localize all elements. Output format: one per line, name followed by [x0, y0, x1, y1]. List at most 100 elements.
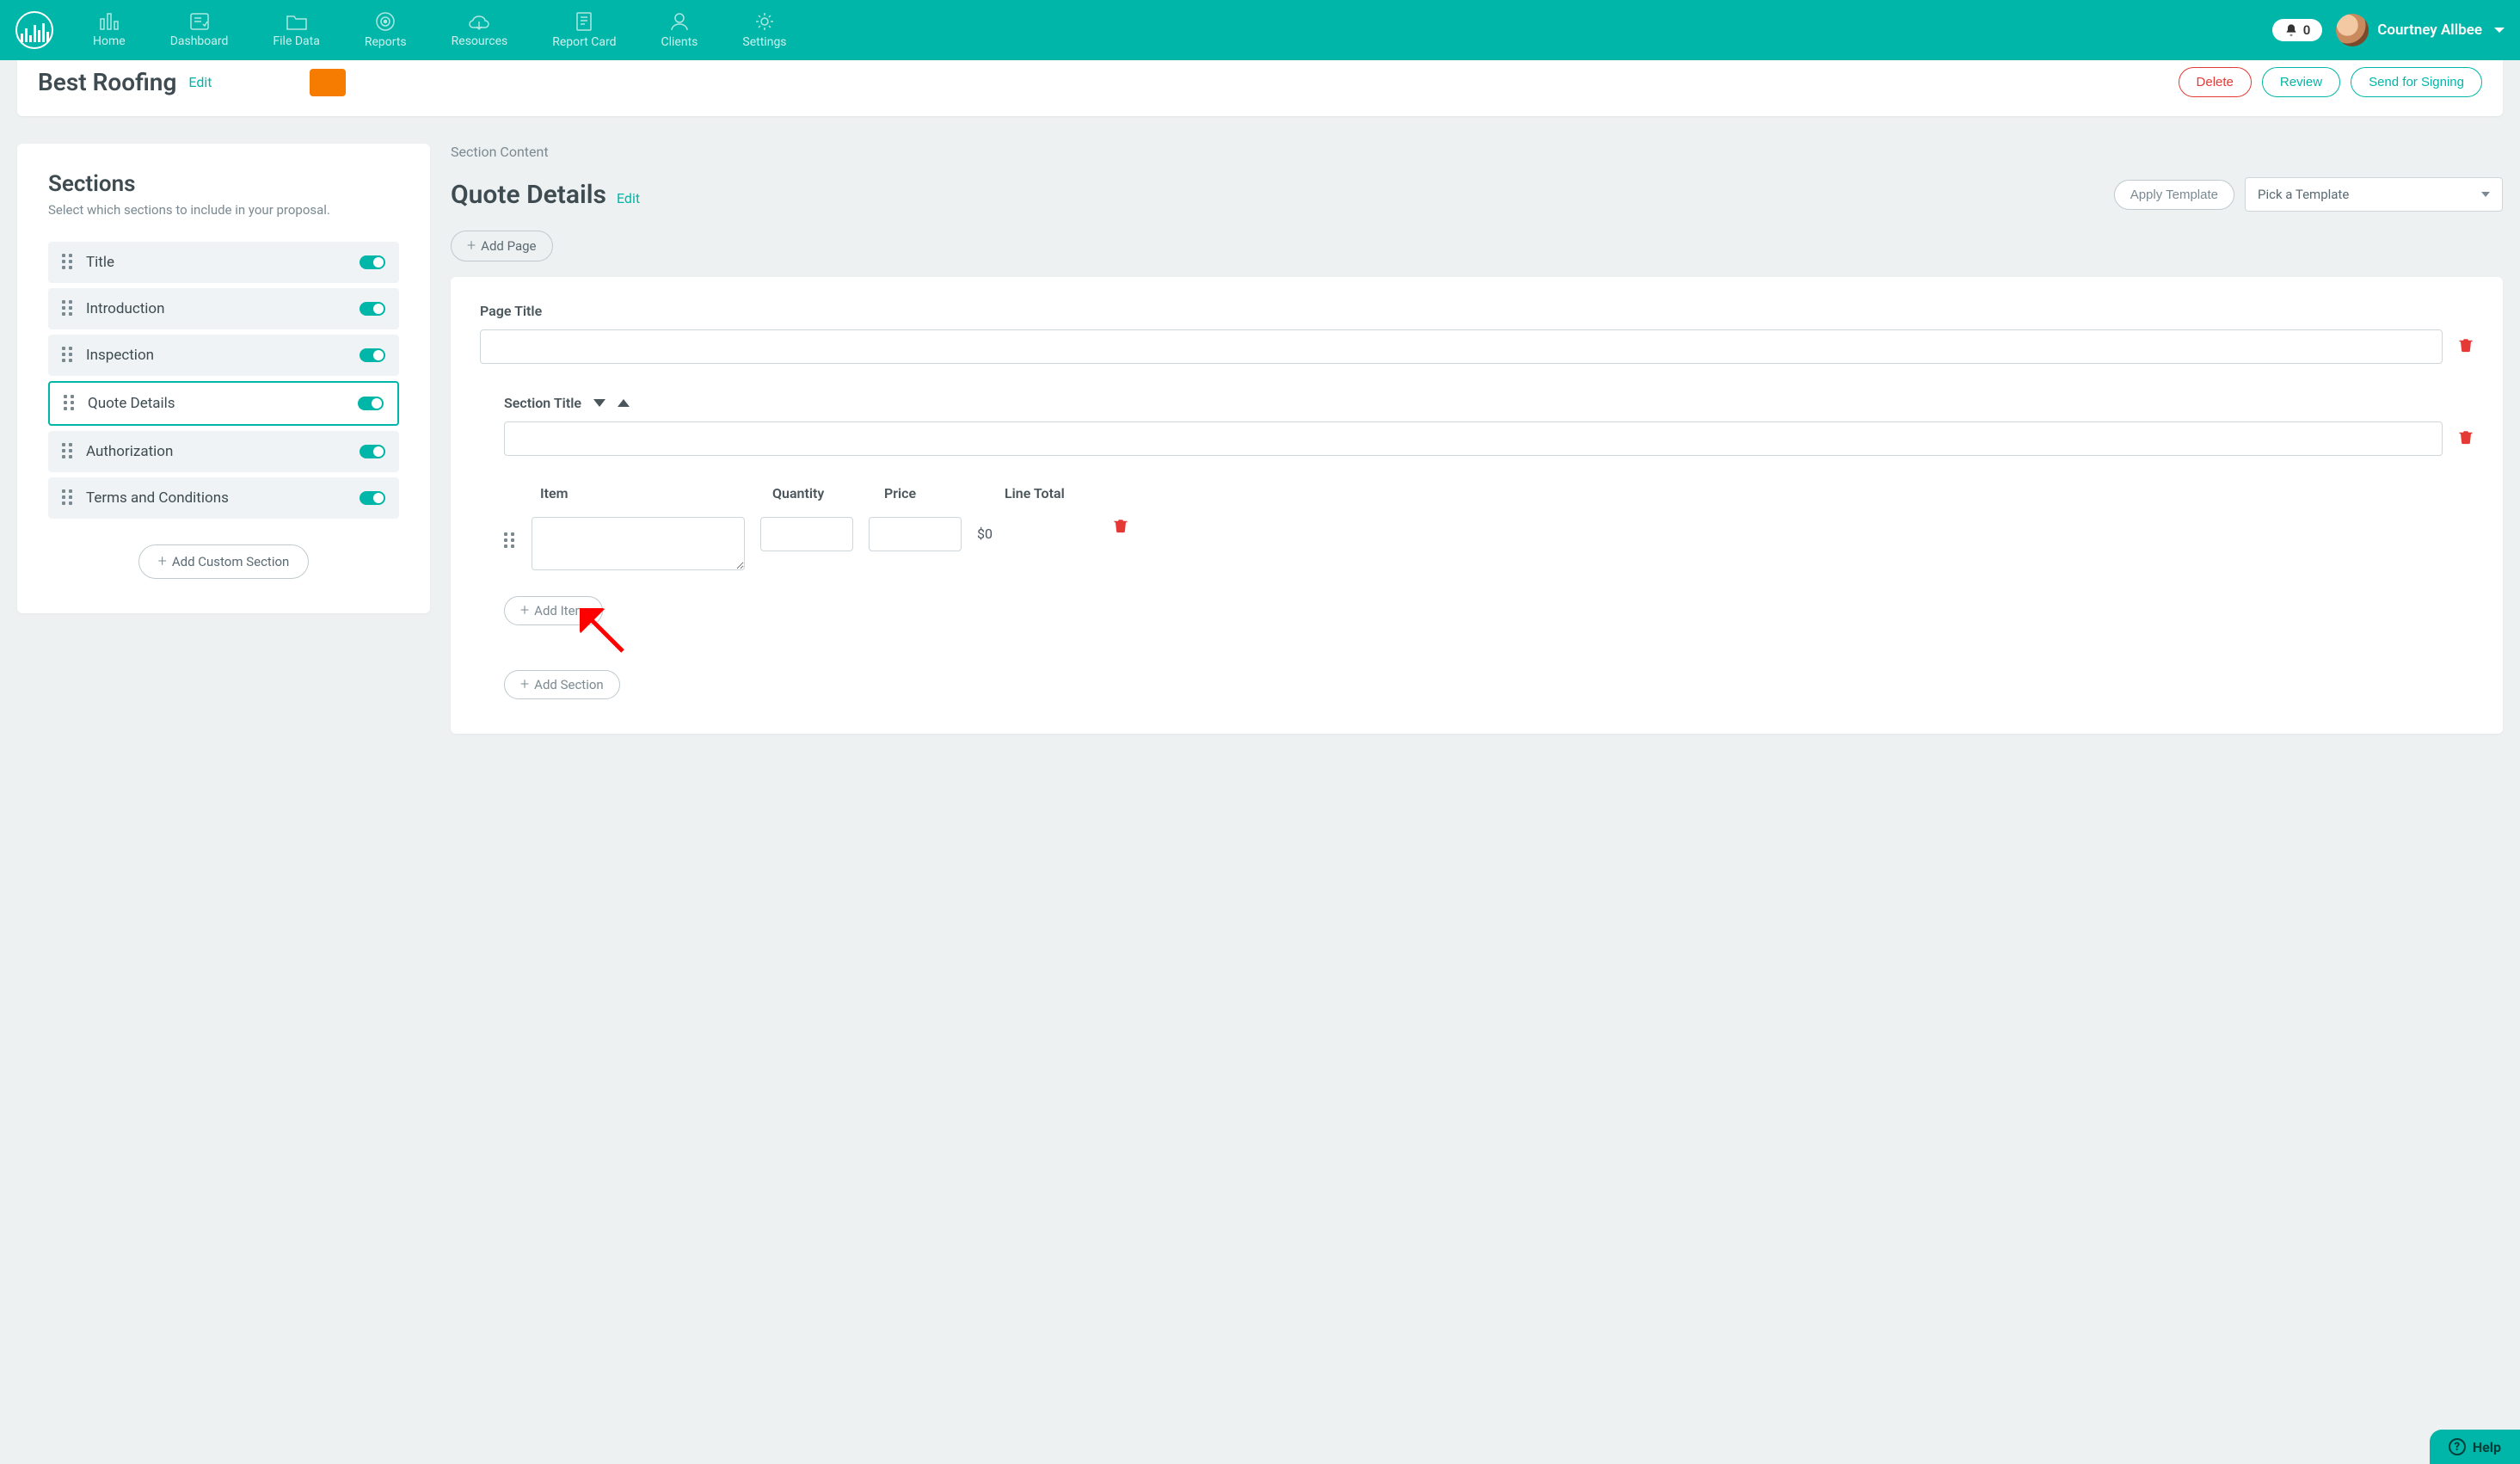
help-button[interactable]: ? Help — [2430, 1430, 2520, 1464]
edit-content-title-link[interactable]: Edit — [617, 190, 640, 206]
plus-icon: + — [520, 677, 529, 692]
section-title-label: Section Title — [504, 395, 581, 411]
section-row-label: Authorization — [86, 443, 347, 460]
col-price: Price — [884, 485, 1005, 501]
add-section-label: Add Section — [534, 677, 604, 692]
move-down-icon[interactable] — [593, 399, 605, 407]
top-navbar: Home Dashboard File Data Reports Resourc… — [0, 0, 2520, 60]
nav-settings[interactable]: Settings — [720, 0, 808, 60]
section-title-input[interactable] — [504, 421, 2443, 456]
drag-handle-icon[interactable] — [62, 489, 74, 507]
nav-filedata-label: File Data — [273, 34, 319, 48]
nav-home-label: Home — [93, 34, 126, 48]
sections-heading: Sections — [48, 171, 399, 197]
section-row[interactable]: Authorization — [48, 431, 399, 472]
section-row[interactable]: Inspection — [48, 335, 399, 376]
template-select-value: Pick a Template — [2258, 187, 2349, 202]
section-row-label: Introduction — [86, 300, 347, 317]
bell-icon — [2284, 23, 2298, 37]
plus-icon: + — [467, 238, 476, 254]
section-content-label: Section Content — [451, 144, 2503, 160]
nav-reportcard[interactable]: Report Card — [530, 0, 638, 60]
drag-handle-icon[interactable] — [62, 347, 74, 364]
page-title-input[interactable] — [480, 329, 2443, 364]
plus-icon: + — [158, 554, 167, 569]
user-menu[interactable]: Courtney Allbee — [2336, 14, 2505, 46]
edit-title-link[interactable]: Edit — [188, 74, 212, 90]
delete-button[interactable]: Delete — [2179, 67, 2252, 97]
section-toggle[interactable] — [360, 302, 385, 316]
nav-resources-label: Resources — [452, 34, 508, 48]
move-up-icon[interactable] — [618, 399, 630, 407]
notifications-count: 0 — [2303, 22, 2311, 38]
nav-reports[interactable]: Reports — [342, 0, 429, 60]
item-qty-input[interactable] — [760, 517, 853, 551]
nav-filedata[interactable]: File Data — [250, 0, 341, 60]
chevron-down-icon — [2481, 192, 2490, 197]
nav-clients-label: Clients — [661, 35, 698, 49]
nav-resources[interactable]: Resources — [429, 0, 531, 60]
item-price-input[interactable] — [869, 517, 962, 551]
section-toggle[interactable] — [360, 255, 385, 269]
col-item: Item — [540, 485, 772, 501]
section-row-label: Inspection — [86, 347, 347, 364]
help-label: Help — [2473, 1439, 2501, 1455]
add-custom-section-button[interactable]: + Add Custom Section — [138, 544, 310, 579]
drag-handle-icon[interactable] — [62, 254, 74, 271]
drag-handle-icon[interactable] — [62, 300, 74, 317]
notifications-badge[interactable]: 0 — [2272, 19, 2323, 41]
page-card: Page Title Section Title — [451, 277, 2503, 734]
add-custom-section-label: Add Custom Section — [172, 554, 290, 569]
nav-clients[interactable]: Clients — [639, 0, 721, 60]
help-icon: ? — [2449, 1438, 2466, 1455]
user-name: Courtney Allbee — [2377, 22, 2482, 39]
page-title-label: Page Title — [480, 303, 2474, 319]
section-row-label: Quote Details — [88, 395, 346, 412]
sections-list: Title Introduction Inspection Quote Details… — [48, 242, 399, 519]
item-name-input[interactable] — [532, 517, 745, 570]
content-panel: Section Content Quote Details Edit Apply… — [451, 144, 2503, 734]
col-qty: Quantity — [772, 485, 884, 501]
proposal-title: Best Roofing — [38, 68, 176, 96]
item-row: $0 — [504, 517, 2474, 570]
status-chip — [310, 69, 346, 96]
add-page-label: Add Page — [481, 238, 536, 254]
section-toggle[interactable] — [358, 397, 384, 410]
drag-handle-icon[interactable] — [504, 532, 516, 550]
section-row[interactable]: Quote Details — [48, 381, 399, 426]
app-logo[interactable] — [15, 11, 53, 49]
item-line-total: $0 — [977, 517, 1097, 542]
nav-settings-label: Settings — [742, 35, 786, 49]
apply-template-button[interactable]: Apply Template — [2114, 180, 2234, 210]
plus-icon: + — [520, 603, 529, 618]
items-header: Item Quantity Price Line Total — [540, 485, 2474, 501]
delete-section-button[interactable] — [2458, 428, 2474, 449]
template-select[interactable]: Pick a Template — [2245, 177, 2503, 212]
add-section-button[interactable]: + Add Section — [504, 670, 620, 699]
nav-items: Home Dashboard File Data Reports Resourc… — [71, 0, 809, 60]
delete-page-button[interactable] — [2458, 336, 2474, 357]
col-total: Line Total — [1005, 485, 2474, 501]
nav-home[interactable]: Home — [71, 0, 148, 60]
trash-icon — [2458, 336, 2474, 354]
section-row[interactable]: Terms and Conditions — [48, 477, 399, 519]
avatar — [2336, 14, 2369, 46]
nav-reports-label: Reports — [365, 35, 407, 49]
send-for-signing-button[interactable]: Send for Signing — [2351, 67, 2482, 97]
drag-handle-icon[interactable] — [64, 395, 76, 412]
section-toggle[interactable] — [360, 445, 385, 458]
nav-dashboard[interactable]: Dashboard — [148, 0, 251, 60]
trash-icon — [1113, 517, 1128, 534]
add-page-button[interactable]: + Add Page — [451, 231, 553, 261]
content-title: Quote Details — [451, 180, 606, 210]
section-row[interactable]: Title — [48, 242, 399, 283]
section-toggle[interactable] — [360, 348, 385, 362]
delete-item-button[interactable] — [1113, 517, 1128, 538]
trash-icon — [2458, 428, 2474, 446]
section-toggle[interactable] — [360, 491, 385, 505]
section-row[interactable]: Introduction — [48, 288, 399, 329]
review-button[interactable]: Review — [2262, 67, 2340, 97]
sections-panel: Sections Select which sections to includ… — [17, 144, 430, 613]
drag-handle-icon[interactable] — [62, 443, 74, 460]
add-item-button[interactable]: + Add Item — [504, 596, 603, 625]
